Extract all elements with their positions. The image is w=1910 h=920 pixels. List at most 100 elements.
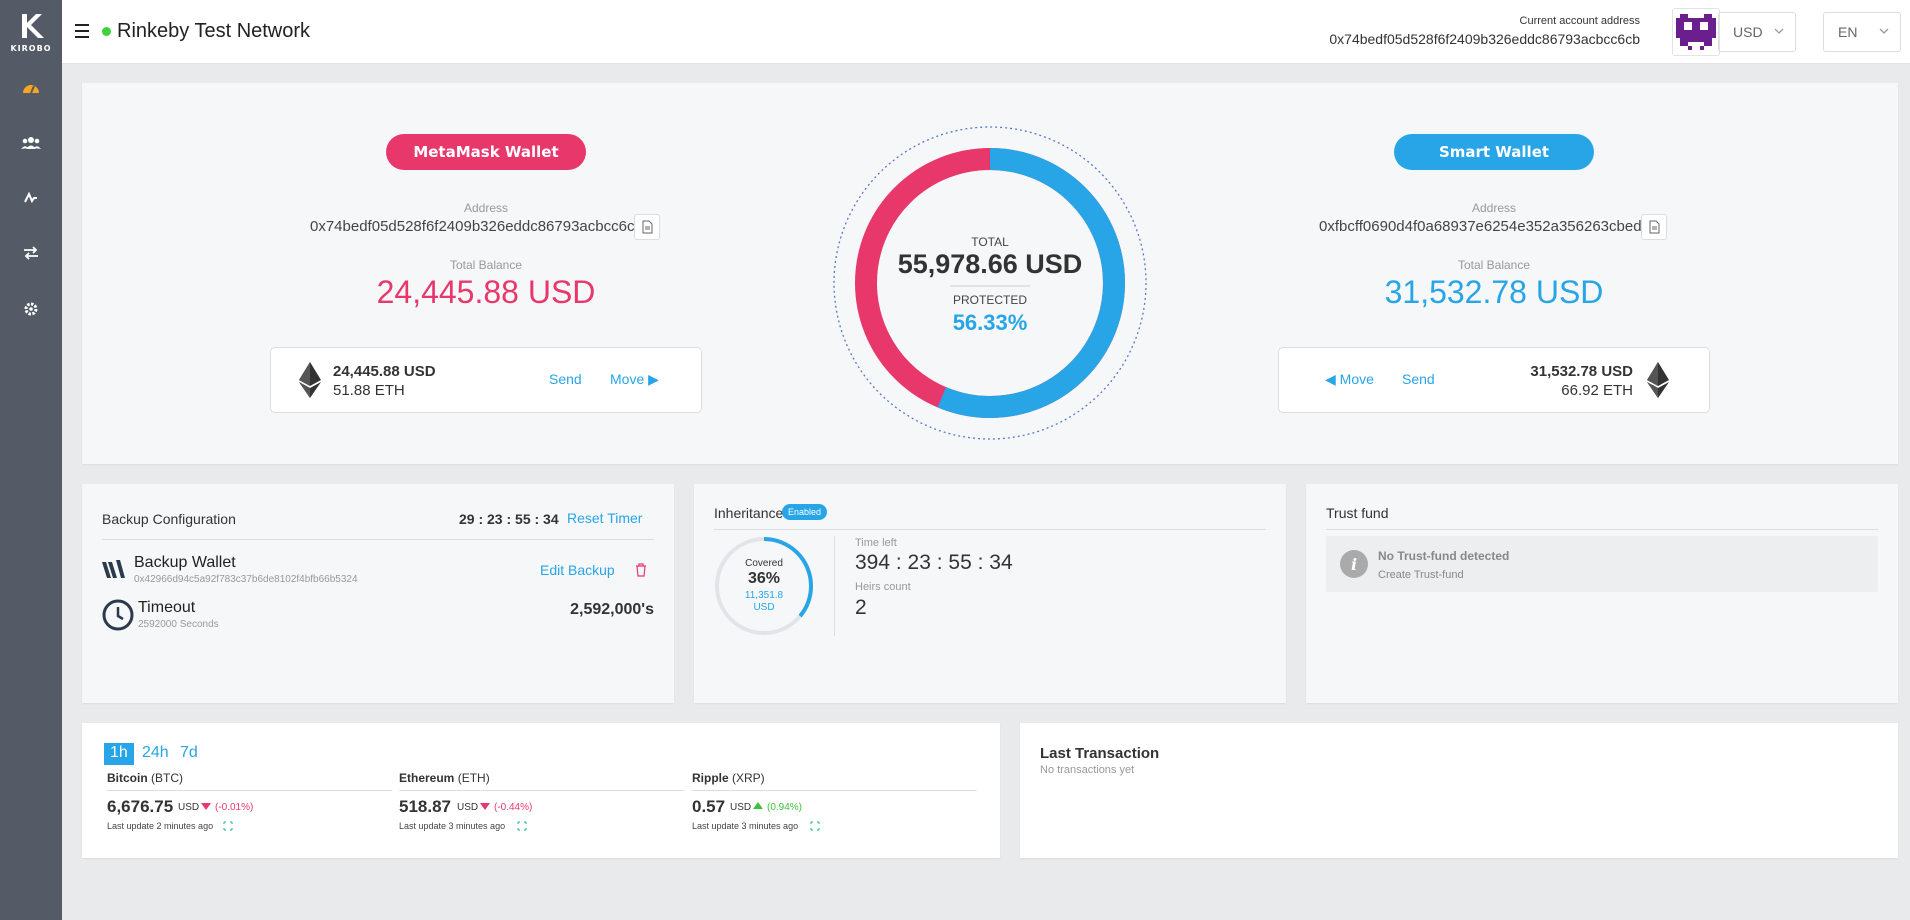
smart-move-link[interactable]: ◀ Move	[1325, 371, 1374, 388]
last-transaction-card: Last Transaction No transactions yet	[1020, 723, 1898, 858]
metamask-address: 0x74bedf05d528f6f2409b326eddc86793acbcc6…	[310, 218, 643, 235]
coin-currency: USD	[178, 802, 200, 813]
logo-text: KIRОBO	[10, 44, 52, 53]
divider	[102, 539, 654, 540]
refresh-icon[interactable]	[810, 821, 820, 831]
avatar[interactable]	[1672, 8, 1720, 56]
menu-icon[interactable]	[75, 24, 89, 38]
timeout-seconds: 2592000 Seconds	[138, 619, 219, 630]
currency-value: USD	[1733, 24, 1763, 40]
chevron-down-icon	[1879, 28, 1889, 34]
no-transactions-text: No transactions yet	[1040, 764, 1135, 776]
smart-asset-usd: 31,532.78 USD	[1530, 363, 1633, 380]
smart-address: 0xfbcff0690d4f0a68937e6254e352a356263cbe…	[1319, 218, 1650, 235]
backup-timer: 29 : 23 : 55 : 34	[459, 511, 559, 527]
covered-label: Covered	[745, 558, 783, 569]
edit-backup-link[interactable]: Edit Backup	[540, 562, 615, 578]
smart-asset-box: ◀ Move Send 31,532.78 USD 66.92 ETH	[1278, 347, 1710, 413]
protected-value: 56.33%	[952, 310, 1028, 335]
reset-timer-link[interactable]: Reset Timer	[567, 510, 642, 526]
total-value: 55,978.66 USD	[897, 249, 1083, 279]
tab-1h[interactable]: 1h	[104, 743, 134, 765]
coin-last-update: Last update 3 minutes ago	[399, 821, 506, 831]
metamask-move-link[interactable]: Move ▶	[610, 371, 659, 388]
backup-wallet-logo-icon	[102, 560, 125, 578]
metamask-send-link[interactable]: Send	[549, 371, 582, 387]
users-icon[interactable]	[16, 128, 46, 158]
backup-config-card: Backup Configuration 29 : 23 : 55 : 34 R…	[82, 484, 674, 703]
chevron-down-icon	[1774, 28, 1784, 34]
up-arrow-icon	[753, 802, 763, 809]
metamask-address-label: Address	[463, 201, 509, 215]
inheritance-title: Inheritance	[714, 505, 784, 521]
coin-name: Ripple (XRP)	[692, 771, 765, 785]
sidebar: KIRОBO	[0, 0, 62, 920]
no-trust-fund-box: i No Trust-fund detected Create Trust-fu…	[1326, 536, 1878, 592]
smart-total-balance: 31,532.78 USD	[1384, 274, 1604, 310]
refresh-icon[interactable]	[517, 821, 527, 831]
copy-smart-address-button[interactable]	[1641, 214, 1667, 240]
down-arrow-icon	[201, 803, 211, 810]
network-name: Rinkeby Test Network	[117, 20, 311, 42]
trash-icon[interactable]	[635, 563, 647, 577]
timeout-label: Timeout	[138, 599, 196, 616]
smart-address-label: Address	[1471, 201, 1517, 215]
metamask-wallet-button[interactable]: MetaMask Wallet	[386, 134, 586, 170]
language-value: EN	[1838, 24, 1858, 40]
coin-price: 6,676.75	[107, 797, 174, 816]
refresh-icon[interactable]	[223, 821, 233, 831]
smart-balance-label: Total Balance	[1457, 258, 1531, 272]
create-trust-fund-link[interactable]: Create Trust-fund	[1378, 569, 1464, 581]
account-label: Current account address	[1519, 15, 1640, 27]
heirs-count-value: 2	[855, 596, 867, 619]
last-transaction-title: Last Transaction	[1040, 745, 1160, 762]
clock-icon	[102, 599, 134, 631]
time-left-label: Time left	[855, 537, 897, 549]
backup-wallet-address: 0x42966d94c5a92f783c37b6de8102f4bfb66b53…	[134, 574, 358, 585]
settings-icon[interactable]	[16, 294, 46, 324]
top-header: Rinkeby Test Network Current account add…	[62, 0, 1910, 64]
smart-send-link[interactable]: Send	[1402, 371, 1435, 387]
inheritance-card: Inheritance Enabled Covered 36% 11,351.8…	[694, 484, 1286, 703]
activity-icon[interactable]	[16, 183, 46, 213]
heirs-count-label: Heirs count	[855, 581, 911, 593]
time-left-value: 394 : 23 : 55 : 34	[855, 551, 1013, 574]
vertical-divider	[834, 536, 835, 636]
metamask-asset-usd: 24,445.88 USD	[333, 363, 436, 380]
coin-last-update: Last update 3 minutes ago	[692, 821, 799, 831]
backup-wallet-name: Backup Wallet	[134, 554, 236, 571]
transfer-icon[interactable]	[16, 238, 46, 268]
protection-donut: TOTAL 55,978.66 USD PROTECTED 56.33%	[832, 125, 1148, 441]
network-status-dot	[102, 27, 111, 36]
coin-price: 0.57	[692, 797, 726, 816]
total-label: TOTAL	[971, 235, 1009, 249]
smart-wallet-button[interactable]: Smart Wallet	[1394, 134, 1594, 170]
trust-fund-title: Trust fund	[1326, 505, 1389, 521]
smart-asset-eth: 66.92 ETH	[1561, 382, 1633, 399]
ethereum-icon	[299, 362, 321, 398]
covered-percent: 36%	[747, 570, 781, 587]
copy-icon	[1649, 220, 1660, 234]
enabled-badge: Enabled	[782, 504, 828, 520]
language-select[interactable]: EN	[1823, 12, 1901, 52]
trust-fund-card: Trust fund i No Trust-fund detected Crea…	[1306, 484, 1898, 703]
info-icon: i	[1340, 550, 1368, 578]
coin-change: (-0.01%)	[215, 802, 254, 813]
metamask-asset-eth: 51.88 ETH	[333, 382, 405, 399]
coin-currency: USD	[457, 802, 479, 813]
metamask-balance-label: Total Balance	[449, 258, 523, 272]
kirobo-logo[interactable]: KIRОBO	[0, 8, 62, 53]
coin-name: Bitcoin (BTC)	[107, 771, 184, 785]
account-address: 0x74bedf05d528f6f2409b326eddc86793acbcc6…	[1329, 31, 1640, 47]
tab-7d[interactable]: 7d	[174, 743, 204, 765]
currency-select[interactable]: USD	[1718, 12, 1796, 52]
copy-metamask-address-button[interactable]	[634, 214, 660, 240]
coin-price: 518.87	[399, 797, 451, 816]
tab-24h[interactable]: 24h	[136, 743, 175, 765]
coin-change: (-0.44%)	[494, 802, 533, 813]
coin-last-update: Last update 2 minutes ago	[107, 821, 214, 831]
no-trust-fund-text: No Trust-fund detected	[1378, 549, 1510, 563]
dashboard-icon[interactable]	[16, 73, 46, 103]
backup-config-title: Backup Configuration	[102, 511, 236, 527]
divider	[714, 529, 1266, 530]
